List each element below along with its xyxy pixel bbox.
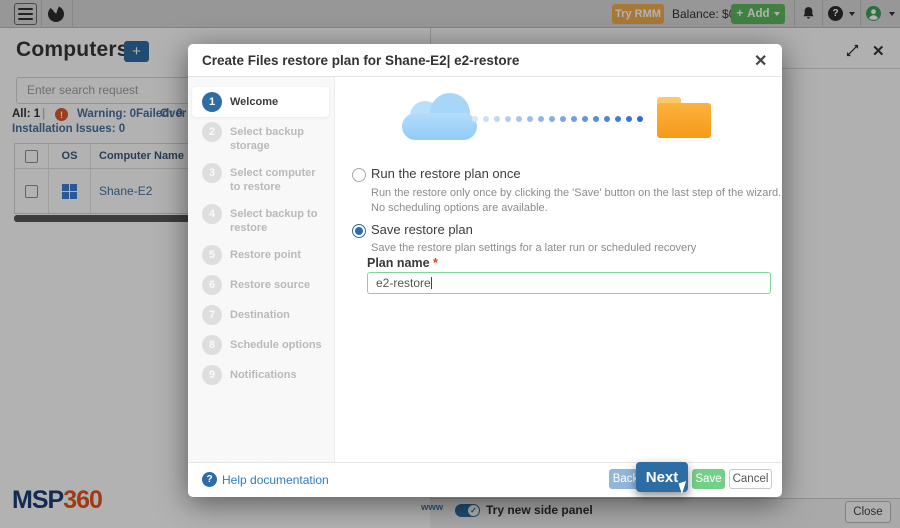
transfer-dot xyxy=(593,116,599,122)
plan-name-input[interactable]: e2-restore xyxy=(367,272,771,294)
transfer-dot xyxy=(571,116,577,122)
transfer-dot xyxy=(549,116,555,122)
save-button[interactable]: Save xyxy=(692,469,725,489)
wizard-step-welcome[interactable]: 1Welcome xyxy=(192,87,329,117)
transfer-dot xyxy=(483,116,489,122)
dialog-title: Create Files restore plan for Shane-E2| … xyxy=(202,53,519,68)
wizard-step-notifications[interactable]: 9Notifications xyxy=(192,360,329,390)
transfer-dot xyxy=(626,116,632,122)
wizard-step-select-backup-to-restore[interactable]: 4Select backup to restore xyxy=(192,199,329,240)
wizard-step-select-computer-to-restore[interactable]: 3Select computer to restore xyxy=(192,158,329,199)
run-once-description-line2: No scheduling options are available. xyxy=(371,202,548,214)
save-plan-description: Save the restore plan settings for a lat… xyxy=(371,242,696,254)
transfer-dots xyxy=(472,116,650,122)
dialog-close-icon[interactable]: ✕ xyxy=(754,51,767,71)
transfer-dot xyxy=(505,116,511,122)
wizard-step-schedule-options[interactable]: 8Schedule options xyxy=(192,330,329,360)
wizard-step-restore-source[interactable]: 6Restore source xyxy=(192,270,329,300)
transfer-dot xyxy=(472,116,478,122)
transfer-dot xyxy=(560,116,566,122)
folder-icon xyxy=(657,97,711,138)
restore-plan-wizard-dialog: Create Files restore plan for Shane-E2| … xyxy=(188,44,782,497)
save-plan-radio[interactable] xyxy=(352,224,366,238)
help-documentation-link[interactable]: Help documentation xyxy=(222,473,329,487)
run-once-description-line1: Run the restore only once by clicking th… xyxy=(371,187,781,199)
save-plan-label[interactable]: Save restore plan xyxy=(371,222,473,237)
transfer-dot xyxy=(615,116,621,122)
transfer-dot xyxy=(637,116,643,122)
run-once-radio[interactable] xyxy=(352,168,366,182)
text-cursor xyxy=(431,277,432,289)
transfer-dot xyxy=(527,116,533,122)
screen: Try RMM Balance: $0 +Add ? ✕ Computers +… xyxy=(0,0,900,528)
transfer-dot xyxy=(494,116,500,122)
transfer-dot xyxy=(538,116,544,122)
cloud-icon xyxy=(402,93,477,140)
help-icon: ? xyxy=(202,472,217,487)
transfer-dot xyxy=(604,116,610,122)
cancel-button[interactable]: Cancel xyxy=(729,469,772,489)
plan-name-label: Plan name * xyxy=(367,256,438,270)
required-asterisk: * xyxy=(433,256,438,270)
transfer-dot xyxy=(582,116,588,122)
transfer-dot xyxy=(516,116,522,122)
wizard-steps-sidebar: 1Welcome 2Select backup storage 3Select … xyxy=(188,77,335,462)
wizard-step-select-backup-storage[interactable]: 2Select backup storage xyxy=(192,117,329,158)
wizard-step-restore-point[interactable]: 5Restore point xyxy=(192,240,329,270)
run-once-label[interactable]: Run the restore plan once xyxy=(371,166,521,181)
wizard-step-destination[interactable]: 7Destination xyxy=(192,300,329,330)
